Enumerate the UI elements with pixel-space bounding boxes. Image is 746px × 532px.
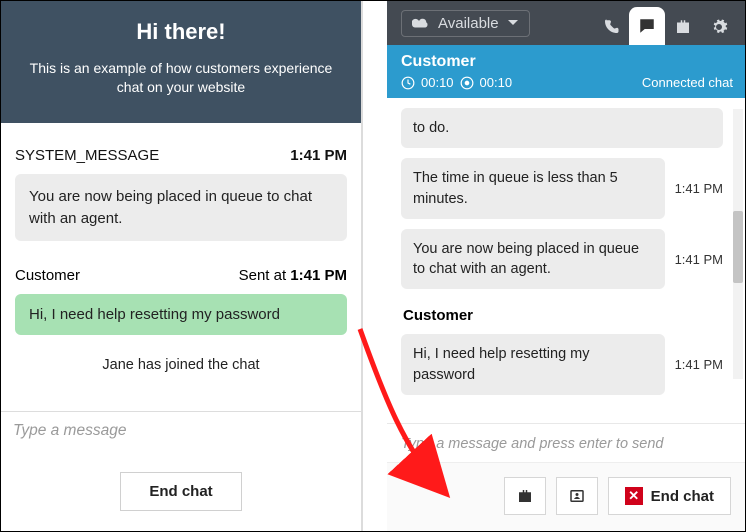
message-time: 1:41 PM xyxy=(675,181,723,196)
customer-chat-panel: Hi there! This is an example of how cust… xyxy=(1,1,363,531)
chevron-down-icon xyxy=(507,19,519,27)
contact-timer-2: 00:10 xyxy=(480,75,513,90)
system-message-label: SYSTEM_MESSAGE xyxy=(15,147,159,164)
message-time: 1:41 PM xyxy=(675,252,723,267)
message-body: to do. xyxy=(401,108,723,148)
agent-end-chat-button[interactable]: ✕ End chat xyxy=(608,477,731,515)
message-row: Hi, I need help resetting my password 1:… xyxy=(401,334,723,395)
scrollbar-thumb[interactable] xyxy=(733,211,743,283)
agent-end-chat-label: End chat xyxy=(651,488,714,505)
contact-card-button[interactable] xyxy=(556,477,598,515)
customer-message-body: Hi, I need help resetting my password xyxy=(15,294,347,335)
agent-status-label: Available xyxy=(438,15,499,32)
phone-icon xyxy=(602,18,620,36)
agent-joined-notice: Jane has joined the chat xyxy=(15,357,347,373)
agent-chat-panel: Available xyxy=(387,1,745,531)
banner-title: Hi there! xyxy=(23,19,339,45)
chat-tab[interactable] xyxy=(629,7,665,45)
target-icon xyxy=(460,76,474,90)
briefcase-icon xyxy=(674,18,692,36)
message-row: to do. xyxy=(401,108,723,148)
message-body: The time in queue is less than 5 minutes… xyxy=(401,158,665,219)
end-chat-button[interactable]: End chat xyxy=(120,472,241,511)
banner-subtitle: This is an example of how customers expe… xyxy=(23,59,339,97)
agent-footer: ✕ End chat xyxy=(387,462,745,531)
message-body: You are now being placed in queue to cha… xyxy=(401,229,665,290)
message-time: 1:41 PM xyxy=(675,357,723,372)
active-contact-bar: Customer 00:10 00:10 Connected chat xyxy=(387,45,745,98)
clock-icon xyxy=(401,76,415,90)
sender-label: Customer xyxy=(403,307,723,324)
id-card-icon xyxy=(568,487,586,505)
system-message-body: You are now being placed in queue to cha… xyxy=(15,174,347,242)
welcome-banner: Hi there! This is an example of how cust… xyxy=(1,1,361,123)
briefcase-icon xyxy=(516,487,534,505)
contact-timer-1: 00:10 xyxy=(421,75,454,90)
agent-status-select[interactable]: Available xyxy=(401,10,530,37)
message-body: Hi, I need help resetting my password xyxy=(401,334,665,395)
customer-label: Customer xyxy=(15,267,80,284)
cloud-icon xyxy=(412,16,430,30)
customer-sent-at: Sent at 1:41 PM xyxy=(239,267,347,284)
message-row: The time in queue is less than 5 minutes… xyxy=(401,158,723,219)
settings-tab[interactable] xyxy=(701,9,737,45)
contact-name: Customer xyxy=(401,53,733,71)
close-icon: ✕ xyxy=(625,487,643,505)
case-tab[interactable] xyxy=(665,9,701,45)
agent-topbar: Available xyxy=(387,1,745,45)
connection-status: Connected chat xyxy=(642,75,733,90)
agent-transcript[interactable]: to do. The time in queue is less than 5 … xyxy=(387,98,745,423)
gear-icon xyxy=(710,18,728,36)
phone-tab[interactable] xyxy=(593,9,629,45)
system-message-time: 1:41 PM xyxy=(290,147,347,164)
chat-icon xyxy=(638,17,656,35)
quick-responses-button[interactable] xyxy=(504,477,546,515)
customer-message-input[interactable]: Type a message xyxy=(1,411,361,450)
agent-message-input[interactable]: Type a message and press enter to send xyxy=(387,423,745,462)
message-row: You are now being placed in queue to cha… xyxy=(401,229,723,290)
